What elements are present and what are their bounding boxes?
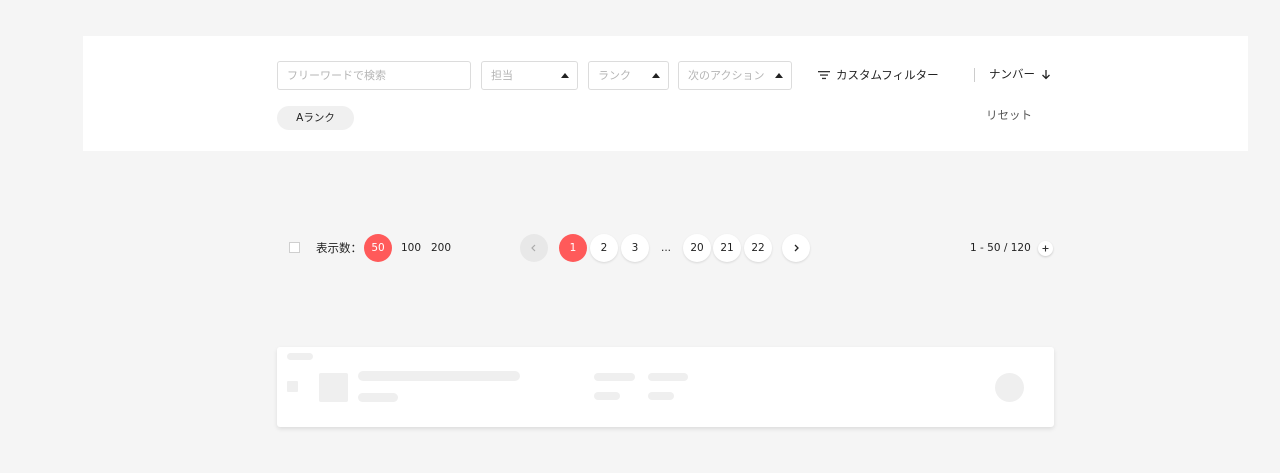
filter-panel: フリーワードで検索 担当 ランク 次のアクション カスタムフィルター ナンバー … [83,36,1248,151]
filter-icon [818,71,830,80]
page-button-22[interactable]: 22 [744,234,772,262]
divider [974,68,975,82]
skeleton-field [648,392,674,400]
skeleton-field [594,373,635,381]
next-page-button[interactable] [782,234,810,262]
skeleton-avatar [995,373,1024,402]
pagination-bar: 表示数： 50 100 200 1 2 3 ... 20 21 22 1 - 5… [0,233,1280,263]
skeleton-checkbox [287,381,298,392]
prev-page-button[interactable] [520,234,548,262]
sort-label: ナンバー [989,67,1035,81]
next-action-select[interactable]: 次のアクション [678,61,792,90]
add-button[interactable] [1038,241,1053,256]
chevron-left-icon [531,244,536,252]
custom-filter-label: カスタムフィルター [836,68,939,82]
page-button-2[interactable]: 2 [590,234,618,262]
arrow-down-icon [1042,69,1050,79]
custom-filter-button[interactable]: カスタムフィルター [818,67,939,83]
skeleton-subtitle [358,393,398,402]
skeleton-field [648,373,688,381]
page-ellipsis: ... [661,242,672,254]
per-page-option-200[interactable]: 200 [431,240,451,256]
caret-up-icon [775,73,783,78]
reset-button[interactable]: リセット [986,107,1032,123]
rank-select[interactable]: ランク [588,61,669,90]
per-page-option-50[interactable]: 50 [364,234,392,262]
page-button-21[interactable]: 21 [713,234,741,262]
per-page-label: 表示数： [316,241,362,255]
search-input[interactable]: フリーワードで検索 [277,61,471,90]
list-item-skeleton [277,347,1054,427]
rank-select-placeholder: ランク [598,69,631,82]
filter-chip-rank-a[interactable]: Aランク [277,106,354,130]
caret-up-icon [652,73,660,78]
page-button-3[interactable]: 3 [621,234,649,262]
assignee-select-placeholder: 担当 [491,69,513,82]
page-button-1[interactable]: 1 [559,234,587,262]
caret-up-icon [561,73,569,78]
chevron-right-icon [794,244,799,252]
assignee-select[interactable]: 担当 [481,61,578,90]
skeleton-tag [287,353,313,360]
plus-icon [1042,245,1049,252]
skeleton-field [594,392,620,400]
skeleton-thumbnail [319,373,348,402]
skeleton-title [358,371,520,381]
next-action-select-placeholder: 次のアクション [688,69,765,82]
result-range: 1 - 50 / 120 [970,242,1031,254]
per-page-option-100[interactable]: 100 [401,240,421,256]
page-button-20[interactable]: 20 [683,234,711,262]
select-all-checkbox[interactable] [289,242,300,253]
sort-button[interactable]: ナンバー [989,66,1051,82]
